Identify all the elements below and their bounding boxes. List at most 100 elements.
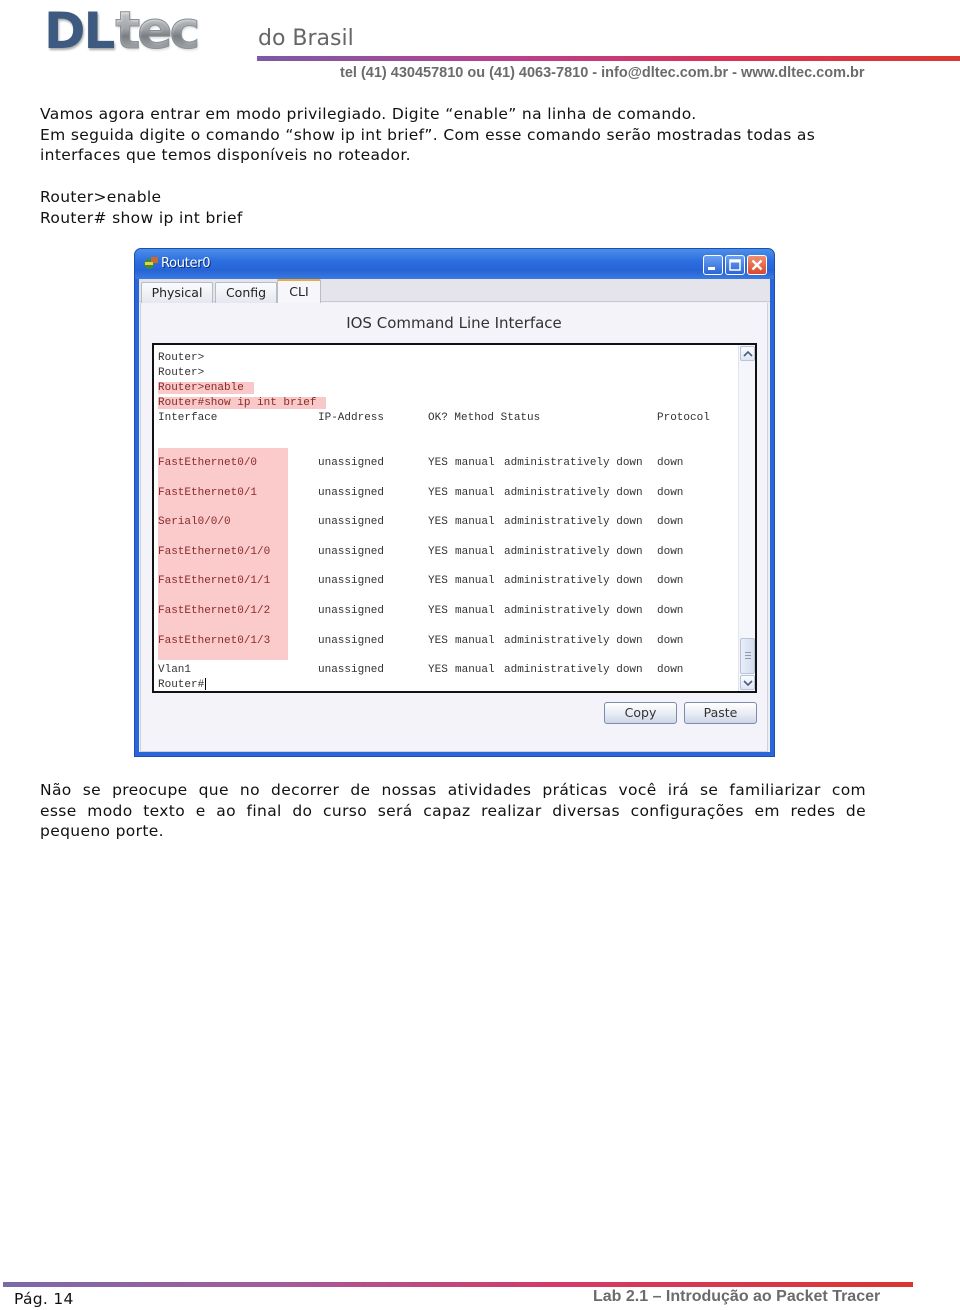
cell-interface: FastEthernet0/1/2	[158, 605, 271, 617]
header-status-cols: OK? Method Status	[428, 412, 541, 424]
cell-ok: YES	[428, 545, 448, 558]
cell-ip: unassigned	[318, 457, 385, 469]
copy-button[interactable]: Copy	[604, 702, 677, 724]
tab-bar: Physical Config CLI	[139, 279, 770, 303]
terminal-prompt[interactable]: Router#	[158, 678, 207, 693]
cell-method: manual	[455, 486, 495, 499]
header-protocol: Protocol	[657, 412, 710, 424]
logo-subtitle: do Brasil	[258, 26, 354, 51]
cell-interface: FastEthernet0/1/0	[158, 545, 271, 558]
interface-row: FastEthernet0/1/3 unassigned YES manual admi…	[158, 634, 735, 649]
cell-ip: unassigned	[318, 545, 385, 558]
tab-physical[interactable]: Physical	[141, 282, 213, 303]
cell-status: administratively down	[504, 457, 643, 469]
header-ip: IP-Address	[318, 412, 385, 424]
cell-protocol: down	[657, 457, 684, 469]
header-interface: Interface	[158, 412, 218, 424]
cell-interface: FastEthernet0/1/1	[158, 575, 271, 588]
minimize-icon	[708, 267, 715, 270]
cell-status: administratively down	[504, 575, 643, 588]
router-window: Router0 Physical Config CLI IOS Command …	[134, 248, 775, 757]
cell-method: manual	[455, 457, 495, 469]
scroll-down-button[interactable]	[740, 675, 755, 690]
cell-ip: unassigned	[318, 486, 385, 499]
window-client: Physical Config CLI IOS Command Line Int…	[139, 279, 770, 752]
terminal-highlight-line: Router#show ip int brief	[158, 397, 327, 409]
intro-paragraph: Vamos agora entrar em modo privilegiado.…	[40, 104, 815, 166]
cell-method: manual	[455, 545, 495, 558]
close-button[interactable]	[747, 255, 767, 275]
window-titlebar[interactable]: Router0	[135, 249, 774, 279]
maximize-icon	[729, 259, 741, 271]
cell-status: administratively down	[504, 605, 643, 617]
footer-divider	[3, 1282, 913, 1287]
cell-ok: YES	[428, 575, 448, 588]
tab-config[interactable]: Config	[215, 282, 277, 303]
cell-ip: unassigned	[318, 575, 385, 588]
cell-status: administratively down	[504, 545, 643, 558]
cell-interface: FastEthernet0/1	[158, 486, 258, 499]
interface-row: FastEthernet0/1 unassigned YES manual admini…	[158, 486, 735, 501]
maximize-button[interactable]	[725, 255, 745, 275]
cell-protocol: down	[657, 575, 684, 588]
cell-status: administratively down	[504, 634, 643, 647]
cli-terminal[interactable]: Router> Router> Router>enable Router#sho…	[152, 343, 757, 693]
intro-line: interfaces que temos disponíveis no rote…	[40, 146, 411, 165]
cell-protocol: down	[657, 605, 684, 617]
interface-row: Vlan1 unassigned YES manual administratively…	[158, 663, 735, 678]
cell-method: manual	[455, 664, 495, 676]
scroll-thumb[interactable]	[740, 638, 755, 674]
closing-line: esse modo texto e ao final do curso será…	[40, 801, 866, 820]
cell-status: administratively down	[504, 486, 643, 499]
cell-interface: FastEthernet0/0	[158, 457, 258, 469]
logo-dl-text: DL	[44, 2, 115, 60]
header-contact: tel (41) 430457810 ou (41) 4063-7810 - i…	[340, 65, 865, 81]
tab-cli[interactable]: CLI	[277, 279, 321, 303]
dltec-logo: DL tec	[44, 1, 201, 61]
cell-ok: YES	[428, 486, 448, 499]
cell-method: manual	[455, 605, 495, 617]
cell-status: administratively down	[504, 664, 643, 676]
cell-ok: YES	[428, 634, 448, 647]
header-divider	[257, 56, 960, 61]
text-cursor	[205, 678, 207, 691]
command-listing: Router>enable Router# show ip int brief	[40, 187, 243, 228]
closing-line: pequeno porte.	[40, 822, 164, 841]
cell-method: manual	[455, 634, 495, 647]
close-icon	[751, 259, 763, 271]
cell-ok: YES	[428, 605, 448, 617]
cell-status: administratively down	[504, 516, 643, 529]
terminal-table-header: Interface IP-Address OK? Method Status P…	[158, 411, 735, 426]
paste-button[interactable]: Paste	[684, 702, 757, 724]
terminal-line: Router>	[158, 367, 205, 379]
cli-panel: IOS Command Line Interface Router> Route…	[140, 303, 768, 752]
cell-protocol: down	[657, 516, 684, 529]
minimize-button[interactable]	[703, 255, 723, 275]
interface-row: FastEthernet0/1/1 unassigned YES manual admi…	[158, 574, 735, 589]
cell-protocol: down	[657, 664, 684, 676]
terminal-line: Router>	[158, 352, 205, 364]
cell-ip: unassigned	[318, 664, 385, 676]
command-line: Router>enable	[40, 188, 162, 206]
cell-protocol: down	[657, 634, 684, 647]
window-title: Router0	[161, 256, 211, 271]
footer-title: Lab 2.1 – Introdução ao Packet Tracer	[593, 1288, 881, 1305]
cell-interface: FastEthernet0/1/3	[158, 634, 271, 647]
chevron-up-icon	[743, 350, 753, 357]
page-number: Pág. 14	[14, 1290, 74, 1308]
cell-ip: unassigned	[318, 605, 385, 617]
cell-ok: YES	[428, 457, 448, 469]
chevron-down-icon	[743, 680, 753, 687]
command-line: Router# show ip int brief	[40, 208, 243, 227]
cell-protocol: down	[657, 486, 684, 499]
cell-ip: unassigned	[318, 516, 385, 529]
interface-row: FastEthernet0/1/2 unassigned YES manual admi…	[158, 604, 735, 619]
cell-ip: unassigned	[318, 634, 385, 647]
cell-method: manual	[455, 575, 495, 588]
scroll-up-button[interactable]	[740, 346, 755, 361]
intro-line: Vamos agora entrar em modo privilegiado.…	[40, 105, 697, 123]
logo-tec-text: tec	[115, 1, 201, 61]
closing-line: Não se preocupe que no decorrer de nossa…	[40, 781, 866, 799]
cell-method: manual	[455, 516, 495, 529]
terminal-scrollbar[interactable]	[738, 345, 755, 691]
